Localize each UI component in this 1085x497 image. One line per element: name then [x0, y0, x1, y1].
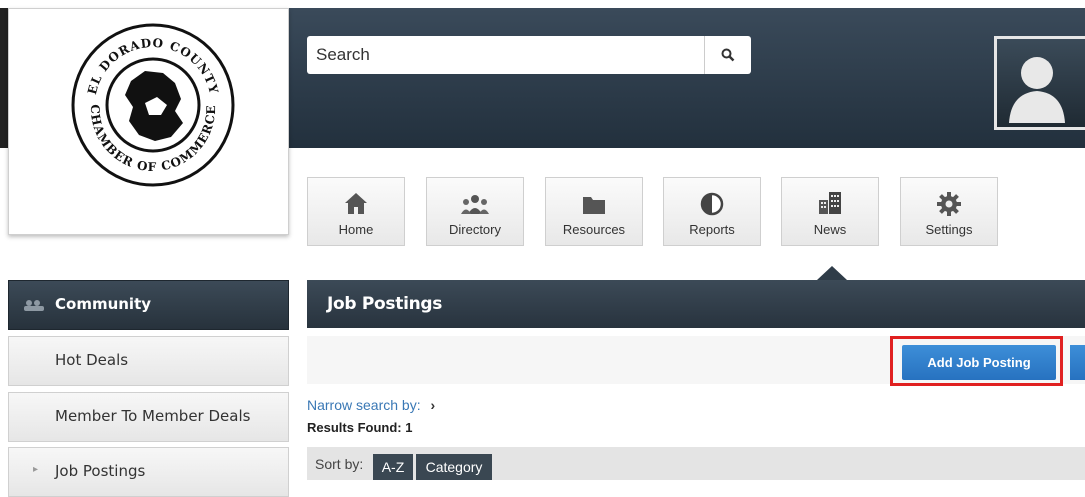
active-nav-pointer — [817, 266, 847, 280]
people-icon — [461, 195, 489, 214]
nav-reports-button[interactable]: Reports — [663, 177, 761, 246]
narrow-search-label: Narrow search by: — [307, 397, 421, 413]
results-count: Results Found: 1 — [307, 420, 413, 435]
search-button[interactable] — [704, 36, 751, 74]
sidebar-item-community[interactable]: Community — [8, 280, 289, 330]
sidebar-item-job-postings[interactable]: ▸ Job Postings — [8, 447, 289, 497]
nav-reports-label: Reports — [689, 222, 735, 237]
nav-resources-button[interactable]: Resources — [545, 177, 643, 246]
page-title-bar: Job Postings — [307, 280, 1085, 328]
community-icon — [24, 300, 44, 311]
nav-home-button[interactable]: Home — [307, 177, 405, 246]
sort-label: Sort by: — [315, 456, 364, 472]
nav-news-label: News — [813, 222, 847, 237]
folder-icon — [583, 197, 605, 214]
sort-category-button[interactable]: Category — [416, 454, 492, 480]
buildings-icon — [819, 192, 841, 214]
sidebar-item-label: Community — [55, 295, 152, 313]
nav-home-label: Home — [338, 222, 374, 237]
header-bar — [287, 8, 1085, 148]
add-job-posting-button[interactable]: Add Job Posting — [902, 345, 1056, 380]
search-box[interactable]: Search — [307, 36, 751, 74]
nav-resources-label: Resources — [562, 222, 626, 237]
sidebar-item-label: Hot Deals — [55, 351, 129, 369]
sidebar-item-label: Job Postings — [55, 462, 146, 480]
organization-logo[interactable]: EL DORADO COUNTY CHAMBER OF COMMERCE — [8, 8, 289, 235]
gear-icon — [937, 192, 961, 216]
chevron-right-icon: › — [430, 397, 436, 413]
page-title: Job Postings — [327, 294, 443, 314]
search-input[interactable]: Search — [307, 45, 704, 65]
pie-chart-icon — [700, 192, 724, 216]
sort-az-button[interactable]: A-Z — [373, 454, 413, 480]
nav-settings-label: Settings — [925, 222, 973, 237]
search-icon — [721, 48, 735, 62]
home-icon — [345, 193, 367, 214]
nav-directory-button[interactable]: Directory — [426, 177, 524, 246]
user-avatar[interactable] — [994, 36, 1085, 130]
nav-news-button[interactable]: News — [781, 177, 879, 246]
sidebar-item-member-deals[interactable]: Member To Member Deals — [8, 392, 289, 442]
user-silhouette-icon — [1009, 57, 1065, 123]
chamber-logo-seal: EL DORADO COUNTY CHAMBER OF COMMERCE — [71, 23, 235, 187]
nav-directory-label: Directory — [448, 222, 501, 237]
sidebar-item-hot-deals[interactable]: Hot Deals — [8, 336, 289, 386]
sidebar-item-label: Member To Member Deals — [55, 407, 251, 425]
nav-settings-button[interactable]: Settings — [900, 177, 998, 246]
secondary-action-button[interactable] — [1070, 345, 1085, 380]
narrow-search-link[interactable]: Narrow search by: › — [307, 397, 435, 413]
sort-bar: Sort by: A-Z Category — [307, 447, 1085, 480]
chevron-right-icon: ▸ — [33, 464, 39, 475]
